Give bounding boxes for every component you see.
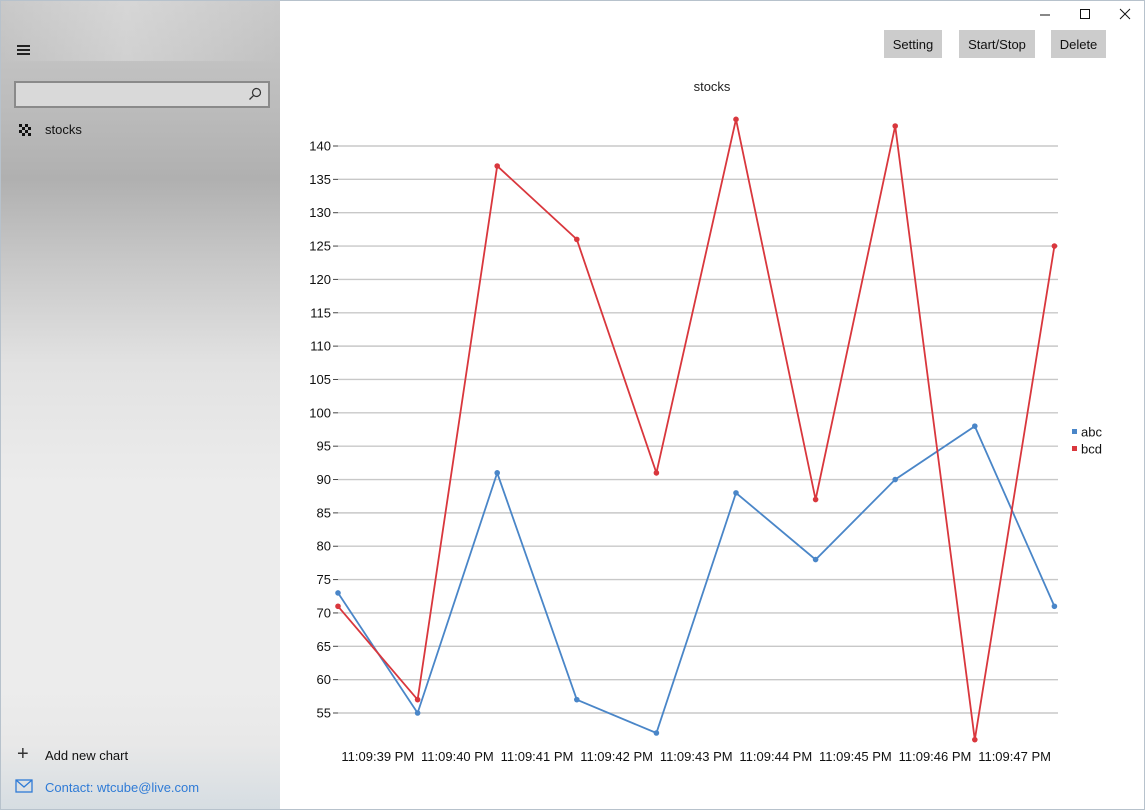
close-icon[interactable] (1105, 1, 1145, 29)
line-chart: 55 60 65 70 75 80 85 90 95 100 105 110 115 120 125 130 1… (309, 116, 1102, 764)
legend-label-bcd: bcd (1081, 442, 1102, 457)
x-tick-label: 11:09:46 PM (899, 749, 972, 764)
sidebar-item-stocks[interactable]: stocks (1, 118, 280, 142)
data-point-bcd (653, 470, 660, 476)
y-tick-label: 80 (317, 539, 331, 554)
search-input[interactable] (16, 83, 242, 106)
app-window: stocks + Add new chart Contact: wtcube@l… (0, 0, 1145, 810)
y-tick-label: 110 (310, 339, 331, 354)
data-point-bcd (574, 236, 580, 243)
hamburger-menu-icon[interactable] (15, 41, 35, 57)
add-new-chart-button[interactable]: + Add new chart (1, 744, 280, 766)
maximize-icon[interactable] (1065, 1, 1105, 29)
x-tick-label: 11:09:40 PM (421, 749, 494, 764)
delete-button[interactable]: Delete (1051, 30, 1106, 58)
x-tick-label: 11:09:41 PM (501, 749, 574, 764)
add-new-chart-label: Add new chart (45, 748, 129, 763)
x-tick-label: 11:09:47 PM (978, 749, 1051, 764)
start-stop-button[interactable]: Start/Stop (959, 30, 1035, 58)
sidebar-item-label: stocks (45, 122, 82, 137)
legend-label-abc: abc (1081, 425, 1102, 440)
x-tick-label: 11:09:39 PM (341, 749, 414, 764)
data-point-bcd (733, 116, 739, 123)
y-tick-label: 140 (309, 139, 331, 154)
minimize-icon[interactable] (1025, 1, 1065, 29)
y-tick-label: 70 (317, 605, 331, 620)
y-tick-label: 90 (317, 472, 331, 487)
data-point-abc (892, 476, 898, 483)
data-point-bcd (494, 163, 501, 169)
data-point-bcd (414, 696, 421, 703)
data-point-abc (733, 490, 739, 496)
data-point-abc (1051, 603, 1058, 610)
data-point-abc (972, 423, 978, 429)
data-point-abc (414, 710, 421, 716)
data-point-abc (812, 556, 819, 563)
mail-icon (15, 779, 33, 793)
data-point-bcd (1051, 243, 1058, 249)
y-tick-label: 65 (317, 639, 331, 654)
data-point-abc (335, 590, 341, 596)
data-point-bcd (335, 603, 341, 610)
data-point-abc (653, 730, 660, 736)
y-tick-label: 135 (309, 172, 331, 187)
chart-grid-icon (19, 124, 31, 136)
plus-icon: + (17, 743, 29, 765)
search-icon[interactable] (248, 87, 262, 101)
data-point-bcd (892, 123, 898, 129)
search-box[interactable] (14, 81, 270, 108)
x-tick-label: 11:09:42 PM (580, 749, 653, 764)
y-tick-label: 75 (317, 572, 331, 587)
data-point-abc (494, 470, 501, 476)
x-tick-label: 11:09:43 PM (660, 749, 733, 764)
data-point-abc (574, 696, 580, 703)
y-tick-label: 120 (309, 272, 331, 287)
y-tick-label: 125 (309, 239, 331, 254)
y-tick-label: 55 (317, 706, 331, 721)
y-tick-label: 60 (317, 672, 331, 687)
y-tick-label: 100 (309, 405, 331, 420)
contact-link[interactable]: Contact: wtcube@live.com (1, 776, 280, 798)
y-tick-label: 130 (309, 205, 331, 220)
legend-swatch-bcd (1072, 446, 1077, 451)
contact-label: Contact: wtcube@live.com (45, 780, 200, 795)
sidebar: stocks + Add new chart Contact: wtcube@l… (1, 1, 280, 809)
y-tick-label: 85 (317, 505, 331, 520)
setting-button[interactable]: Setting (884, 30, 942, 58)
x-tick-label: 11:09:45 PM (819, 749, 892, 764)
data-point-bcd (812, 496, 819, 503)
y-tick-label: 95 (317, 439, 331, 454)
legend-swatch-abc (1072, 429, 1077, 434)
data-point-bcd (972, 736, 978, 743)
x-tick-label: 11:09:44 PM (739, 749, 812, 764)
y-tick-label: 115 (310, 305, 331, 320)
y-tick-label: 105 (309, 372, 331, 387)
